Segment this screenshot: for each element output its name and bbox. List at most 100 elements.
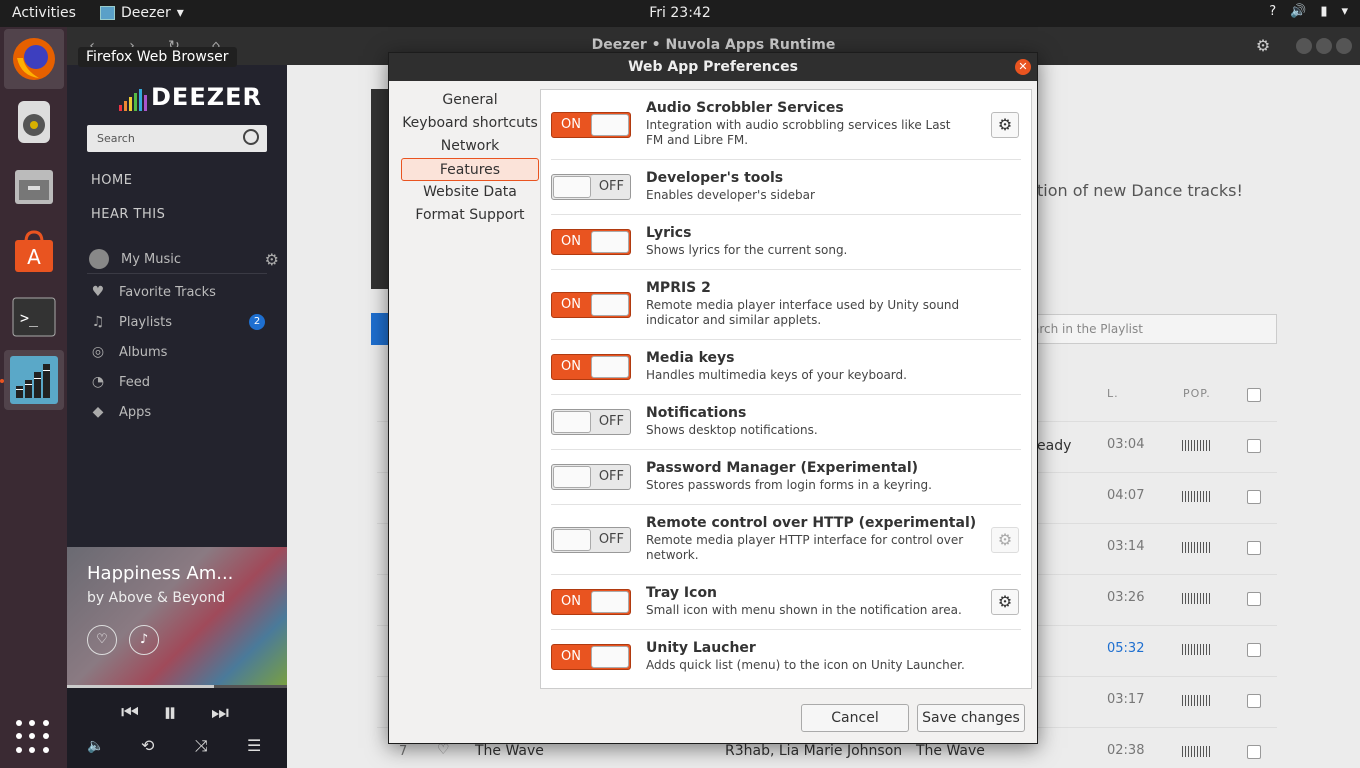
- playlist-icon: ♫: [91, 314, 105, 330]
- nav-hear-this[interactable]: HEAR THIS: [91, 207, 165, 222]
- sidebar-item-my-music[interactable]: My Music ⚙: [89, 248, 279, 270]
- cancel-button[interactable]: Cancel: [801, 704, 909, 732]
- column-length[interactable]: L.: [1107, 387, 1119, 400]
- firefox-launcher[interactable]: [4, 29, 64, 89]
- chevron-down-icon[interactable]: ▾: [1341, 4, 1348, 19]
- track-checkbox[interactable]: [1247, 745, 1261, 759]
- feature-row: OFF Notifications Shows desktop notificati…: [551, 395, 1021, 450]
- feature-toggle[interactable]: ON: [551, 354, 631, 380]
- sidebar-item-feed[interactable]: ◔ Feed: [89, 371, 279, 393]
- sidebar-item-favorite-tracks[interactable]: ♥ Favorite Tracks: [89, 281, 279, 303]
- toggle-label: OFF: [598, 532, 624, 547]
- apps-icon: ◆: [92, 404, 104, 420]
- tab-keyboard-shortcuts[interactable]: Keyboard shortcuts: [397, 112, 543, 135]
- gear-icon[interactable]: ⚙: [265, 250, 279, 269]
- shopping-bag-icon: A: [15, 230, 53, 272]
- search-icon[interactable]: [243, 129, 259, 145]
- toggle-label: OFF: [598, 414, 624, 429]
- track-length: 03:17: [1107, 692, 1145, 707]
- track-checkbox[interactable]: [1247, 643, 1261, 657]
- shuffle-icon[interactable]: ⤨: [195, 736, 208, 756]
- track-album[interactable]: The Wave: [916, 743, 985, 759]
- previous-icon[interactable]: ⏮: [121, 700, 139, 724]
- feature-row: OFF Remote control over HTTP (experimenta…: [551, 505, 1021, 575]
- track-checkbox[interactable]: [1247, 490, 1261, 504]
- toggle-knob: [591, 356, 629, 378]
- gear-icon[interactable]: ⚙: [1246, 34, 1280, 58]
- now-playing-artist[interactable]: by Above & Beyond: [87, 590, 225, 606]
- column-popularity[interactable]: POP.: [1183, 387, 1211, 400]
- play-button[interactable]: [371, 313, 389, 345]
- toggle-label: ON: [561, 649, 581, 664]
- track-title[interactable]: The Wave: [475, 743, 544, 759]
- feature-toggle[interactable]: OFF: [551, 527, 631, 553]
- feature-toggle[interactable]: ON: [551, 112, 631, 138]
- volume-icon[interactable]: 🔊: [1290, 4, 1306, 19]
- close-button[interactable]: [1336, 38, 1352, 54]
- track-artist[interactable]: R3hab, Lia Marie Johnson: [725, 743, 902, 759]
- sidebar-item-playlists[interactable]: ♫ Playlists 2: [89, 311, 279, 333]
- maximize-button[interactable]: [1316, 38, 1332, 54]
- help-icon[interactable]: ?: [1269, 4, 1276, 19]
- track-length: 04:07: [1107, 488, 1145, 503]
- window-controls: [1296, 38, 1352, 54]
- feature-toggle[interactable]: ON: [551, 589, 631, 615]
- feature-row: ON Unity Laucher Adds quick list (menu) to…: [551, 630, 1021, 685]
- heart-icon[interactable]: ♡: [87, 625, 117, 655]
- repeat-icon[interactable]: ⟲: [141, 736, 154, 755]
- toggle-label: ON: [561, 297, 581, 312]
- show-applications-button[interactable]: [16, 720, 50, 754]
- launcher-tooltip: Firefox Web Browser: [78, 47, 237, 67]
- deezer-logo[interactable]: DEEZER: [119, 83, 262, 111]
- rhythmbox-launcher[interactable]: [4, 92, 64, 152]
- feature-toggle[interactable]: ON: [551, 229, 631, 255]
- tab-website-data[interactable]: Website Data: [397, 181, 543, 204]
- track-checkbox[interactable]: [1247, 439, 1261, 453]
- tab-network[interactable]: Network: [397, 135, 543, 158]
- sidebar-item-apps[interactable]: ◆ Apps: [89, 401, 279, 423]
- features-panel: ON Audio Scrobbler Services Integration wi…: [540, 89, 1032, 689]
- select-all-checkbox[interactable]: [1247, 388, 1261, 402]
- feature-toggle[interactable]: OFF: [551, 409, 631, 435]
- feature-toggle[interactable]: ON: [551, 644, 631, 670]
- gear-icon[interactable]: ⚙: [991, 112, 1019, 138]
- deezer-launcher[interactable]: [4, 350, 64, 410]
- feature-row: ON Audio Scrobbler Services Integration wi…: [551, 90, 1021, 160]
- queue-icon[interactable]: ☰: [247, 736, 261, 755]
- minimize-button[interactable]: [1296, 38, 1312, 54]
- deezer-sidebar: DEEZER Search HOME HEAR THIS My Music ⚙ …: [67, 65, 287, 768]
- battery-icon[interactable]: ▮: [1320, 4, 1327, 19]
- track-checkbox[interactable]: [1247, 694, 1261, 708]
- software-launcher[interactable]: A: [4, 222, 64, 282]
- terminal-launcher[interactable]: >_: [4, 287, 64, 347]
- feature-toggle[interactable]: OFF: [551, 464, 631, 490]
- feature-toggle[interactable]: ON: [551, 292, 631, 318]
- heart-icon[interactable]: ♡: [437, 742, 450, 758]
- files-launcher[interactable]: [4, 157, 64, 217]
- track-checkbox[interactable]: [1247, 592, 1261, 606]
- pause-icon[interactable]: ⏸: [163, 696, 177, 730]
- playlist-search-input[interactable]: arch in the Playlist: [1023, 314, 1277, 344]
- popularity-bar: [1182, 644, 1212, 655]
- nav-home[interactable]: HOME: [91, 173, 132, 188]
- now-playing-title[interactable]: Happiness Am...: [87, 563, 233, 584]
- close-icon[interactable]: ✕: [1015, 59, 1031, 75]
- toggle-label: ON: [561, 234, 581, 249]
- save-changes-button[interactable]: Save changes: [917, 704, 1025, 732]
- sidebar-item-label: Feed: [119, 374, 151, 390]
- track-checkbox[interactable]: [1247, 541, 1261, 555]
- gear-icon[interactable]: ⚙: [991, 589, 1019, 615]
- volume-icon[interactable]: 🔈: [87, 738, 104, 754]
- add-to-playlist-icon[interactable]: ♪: [129, 625, 159, 655]
- clock[interactable]: Fri 23:42: [0, 5, 1360, 21]
- feature-toggle[interactable]: OFF: [551, 174, 631, 200]
- system-tray[interactable]: ? 🔊 ▮ ▾: [1269, 4, 1348, 19]
- tab-features[interactable]: Features: [401, 158, 539, 181]
- toggle-knob: [591, 591, 629, 613]
- sidebar-item-albums[interactable]: ◎ Albums: [89, 341, 279, 363]
- tab-format-support[interactable]: Format Support: [397, 204, 543, 227]
- tab-general[interactable]: General: [397, 89, 543, 112]
- sidebar-item-label: My Music: [121, 251, 182, 267]
- next-icon[interactable]: ⏭: [211, 700, 229, 724]
- search-input[interactable]: Search: [87, 125, 267, 152]
